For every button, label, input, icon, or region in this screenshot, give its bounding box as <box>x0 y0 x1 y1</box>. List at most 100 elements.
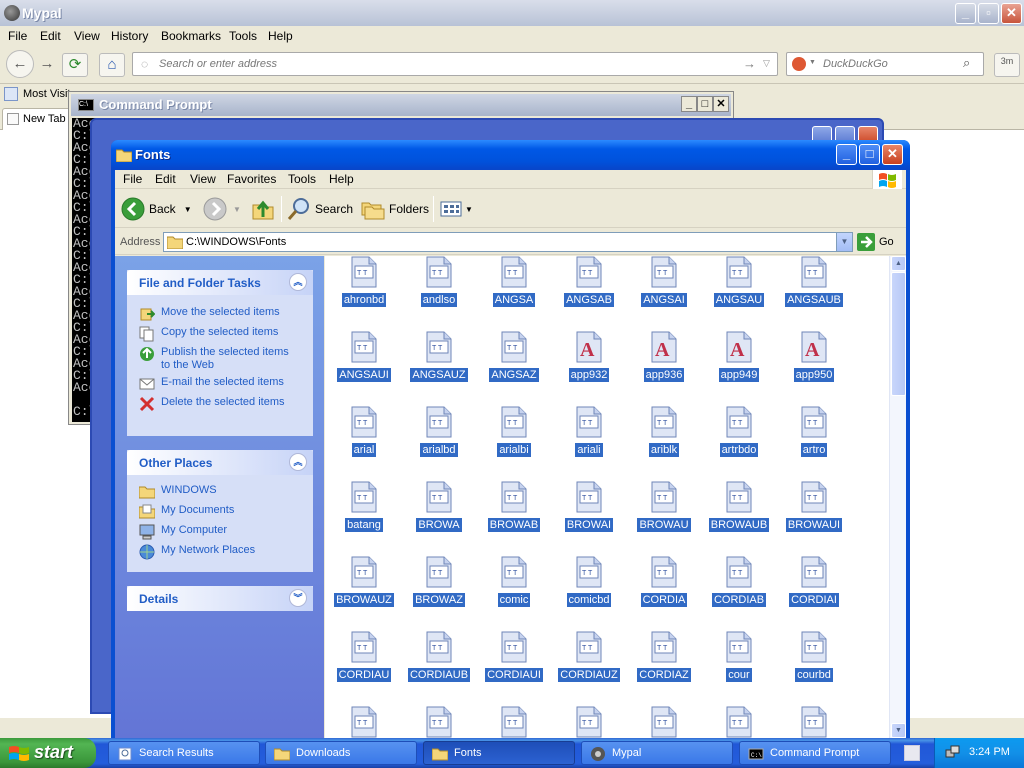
reload-icon[interactable]: ⟳ <box>62 53 88 77</box>
publish-items-link[interactable]: Publish the selected items to the Web <box>139 346 289 372</box>
font-file-item[interactable]: T T cour <box>702 631 776 699</box>
expand-chevron-icon[interactable]: ︾ <box>289 589 307 607</box>
font-file-item[interactable]: T T ariali <box>552 406 626 474</box>
other-place-my-network-places[interactable]: My Network Places <box>139 544 255 560</box>
font-file-item[interactable]: T T <box>327 706 401 738</box>
browser-title-bar[interactable]: Mypal _ ▫ ✕ <box>0 0 1024 26</box>
font-file-item[interactable]: T T CORDIAU <box>327 631 401 699</box>
browser-close-button[interactable]: ✕ <box>1001 3 1022 24</box>
move-items-link[interactable]: Move the selected items <box>139 306 280 322</box>
extension-icon[interactable]: 3m <box>994 53 1020 77</box>
scroll-up-icon[interactable]: ▲ <box>891 256 906 271</box>
explorer-menu-edit[interactable]: Edit <box>155 172 176 186</box>
font-file-item[interactable]: T T BROWAUI <box>777 481 851 549</box>
other-place-windows[interactable]: WINDOWS <box>139 484 217 500</box>
font-file-item[interactable]: T T arialbi <box>477 406 551 474</box>
browser-menu-tools[interactable]: Tools <box>229 29 257 43</box>
font-file-item[interactable]: Aapp949 <box>702 331 776 399</box>
browser-maximize-button[interactable]: ▫ <box>978 3 999 24</box>
explorer-menu-help[interactable]: Help <box>329 172 354 186</box>
font-file-item[interactable]: Aapp932 <box>552 331 626 399</box>
font-file-item[interactable]: T T BROWAI <box>552 481 626 549</box>
browser-back-icon[interactable]: ← <box>6 50 34 78</box>
font-file-item[interactable]: T T ANGSAI <box>627 256 701 324</box>
taskbar-mypal[interactable]: Mypal <box>581 741 733 765</box>
font-file-item[interactable]: T T CORDIAUI <box>477 631 551 699</box>
font-file-item[interactable]: T T CORDIAI <box>777 556 851 624</box>
cmd-maximize-button[interactable]: □ <box>697 96 713 112</box>
clock[interactable]: 3:24 PM <box>969 746 1010 758</box>
font-file-item[interactable]: Aapp950 <box>777 331 851 399</box>
taskbar-downloads[interactable]: Downloads <box>265 741 417 765</box>
font-file-item[interactable]: T T comicbd <box>552 556 626 624</box>
explorer-minimize-button[interactable]: _ <box>836 144 857 165</box>
scroll-thumb[interactable] <box>891 272 906 396</box>
up-folder-button[interactable] <box>251 196 275 222</box>
font-file-item[interactable]: T T CORDIAUZ <box>552 631 626 699</box>
browser-menu-history[interactable]: History <box>111 29 148 43</box>
font-file-item[interactable]: T T arialbd <box>402 406 476 474</box>
font-file-item[interactable]: T T BROWAU <box>627 481 701 549</box>
taskbar-command-prompt[interactable]: C:\ Command Prompt <box>739 741 891 765</box>
back-dropdown-icon[interactable]: ▼ <box>184 205 192 214</box>
other-place-my-computer[interactable]: My Computer <box>139 524 227 540</box>
font-file-item[interactable]: T T <box>552 706 626 738</box>
scroll-down-icon[interactable]: ▼ <box>891 723 906 738</box>
forward-button[interactable]: ▼ <box>203 196 241 222</box>
font-file-item[interactable]: T T courbd <box>777 631 851 699</box>
font-file-item[interactable]: T T ANGSA <box>477 256 551 324</box>
cmd-minimize-button[interactable]: _ <box>681 96 697 112</box>
network-tray-icon[interactable] <box>945 745 961 761</box>
taskbar-search-results[interactable]: Search Results <box>108 741 260 765</box>
folders-button[interactable]: Folders <box>361 196 429 222</box>
explorer-title-bar[interactable]: Fonts _ □ ✕ <box>111 140 910 170</box>
font-file-item[interactable]: T T CORDIAZ <box>627 631 701 699</box>
font-file-item[interactable]: T T BROWAUB <box>702 481 776 549</box>
browser-minimize-button[interactable]: _ <box>955 3 976 24</box>
collapse-chevron-icon[interactable]: ︽ <box>289 273 307 291</box>
explorer-menu-tools[interactable]: Tools <box>288 172 316 186</box>
details-header[interactable]: Details ︾ <box>127 586 313 611</box>
font-file-item[interactable]: T T ANGSAUI <box>327 331 401 399</box>
explorer-maximize-button[interactable]: □ <box>859 144 880 165</box>
go-arrow-icon[interactable]: → <box>743 56 756 71</box>
browser-forward-icon[interactable]: → <box>34 53 60 77</box>
cmd-close-button[interactable]: ✕ <box>713 96 729 112</box>
views-dropdown-icon[interactable]: ▼ <box>465 205 473 214</box>
explorer-menu-favorites[interactable]: Favorites <box>227 172 276 186</box>
font-file-item[interactable]: T T arial <box>327 406 401 474</box>
delete-items-link[interactable]: Delete the selected items <box>139 396 285 412</box>
home-icon[interactable]: ⌂ <box>99 53 125 77</box>
url-bar[interactable]: ◌ Search or enter address → ▽ <box>132 52 778 76</box>
font-file-item[interactable]: T T andlso <box>402 256 476 324</box>
font-file-item[interactable]: T T <box>402 706 476 738</box>
font-file-item[interactable]: T T BROWAB <box>477 481 551 549</box>
search-bar[interactable]: ▼ DuckDuckGo ⌕ <box>786 52 984 76</box>
address-field[interactable]: C:\WINDOWS\Fonts ▼ <box>163 232 853 252</box>
font-file-item[interactable]: T T artrbdo <box>702 406 776 474</box>
font-file-item[interactable]: T T <box>702 706 776 738</box>
font-file-item[interactable]: T T <box>627 706 701 738</box>
browser-menu-edit[interactable]: Edit <box>40 29 61 43</box>
font-file-item[interactable]: T T <box>477 706 551 738</box>
font-file-item[interactable]: T T ANGSAZ <box>477 331 551 399</box>
email-items-link[interactable]: E-mail the selected items <box>139 376 284 392</box>
start-button[interactable]: start <box>0 738 96 768</box>
font-file-item[interactable]: T T BROWAUZ <box>327 556 401 624</box>
explorer-menu-view[interactable]: View <box>190 172 216 186</box>
file-list[interactable]: T T ahronbd T T andlso T T ANGSA T T ANGSAB T T A… <box>325 256 889 738</box>
browser-menu-view[interactable]: View <box>74 29 100 43</box>
search-icon[interactable]: ⌕ <box>963 55 970 71</box>
font-file-item[interactable]: Aapp936 <box>627 331 701 399</box>
copy-items-link[interactable]: Copy the selected items <box>139 326 278 342</box>
font-file-item[interactable]: T T ariblk <box>627 406 701 474</box>
font-file-item[interactable]: T T ANGSAU <box>702 256 776 324</box>
browser-menu-file[interactable]: File <box>8 29 27 43</box>
url-dropdown-icon[interactable]: ▽ <box>763 58 770 69</box>
font-file-item[interactable]: T T ANGSAUZ <box>402 331 476 399</box>
collapse-chevron-icon[interactable]: ︽ <box>289 453 307 471</box>
font-file-item[interactable]: T T comic <box>477 556 551 624</box>
command-prompt-title-bar[interactable]: C:\ Command Prompt _ □ ✕ <box>71 94 731 116</box>
file-list-scrollbar[interactable]: ▲ ▼ <box>889 256 906 738</box>
search-button[interactable]: Search <box>287 196 353 222</box>
